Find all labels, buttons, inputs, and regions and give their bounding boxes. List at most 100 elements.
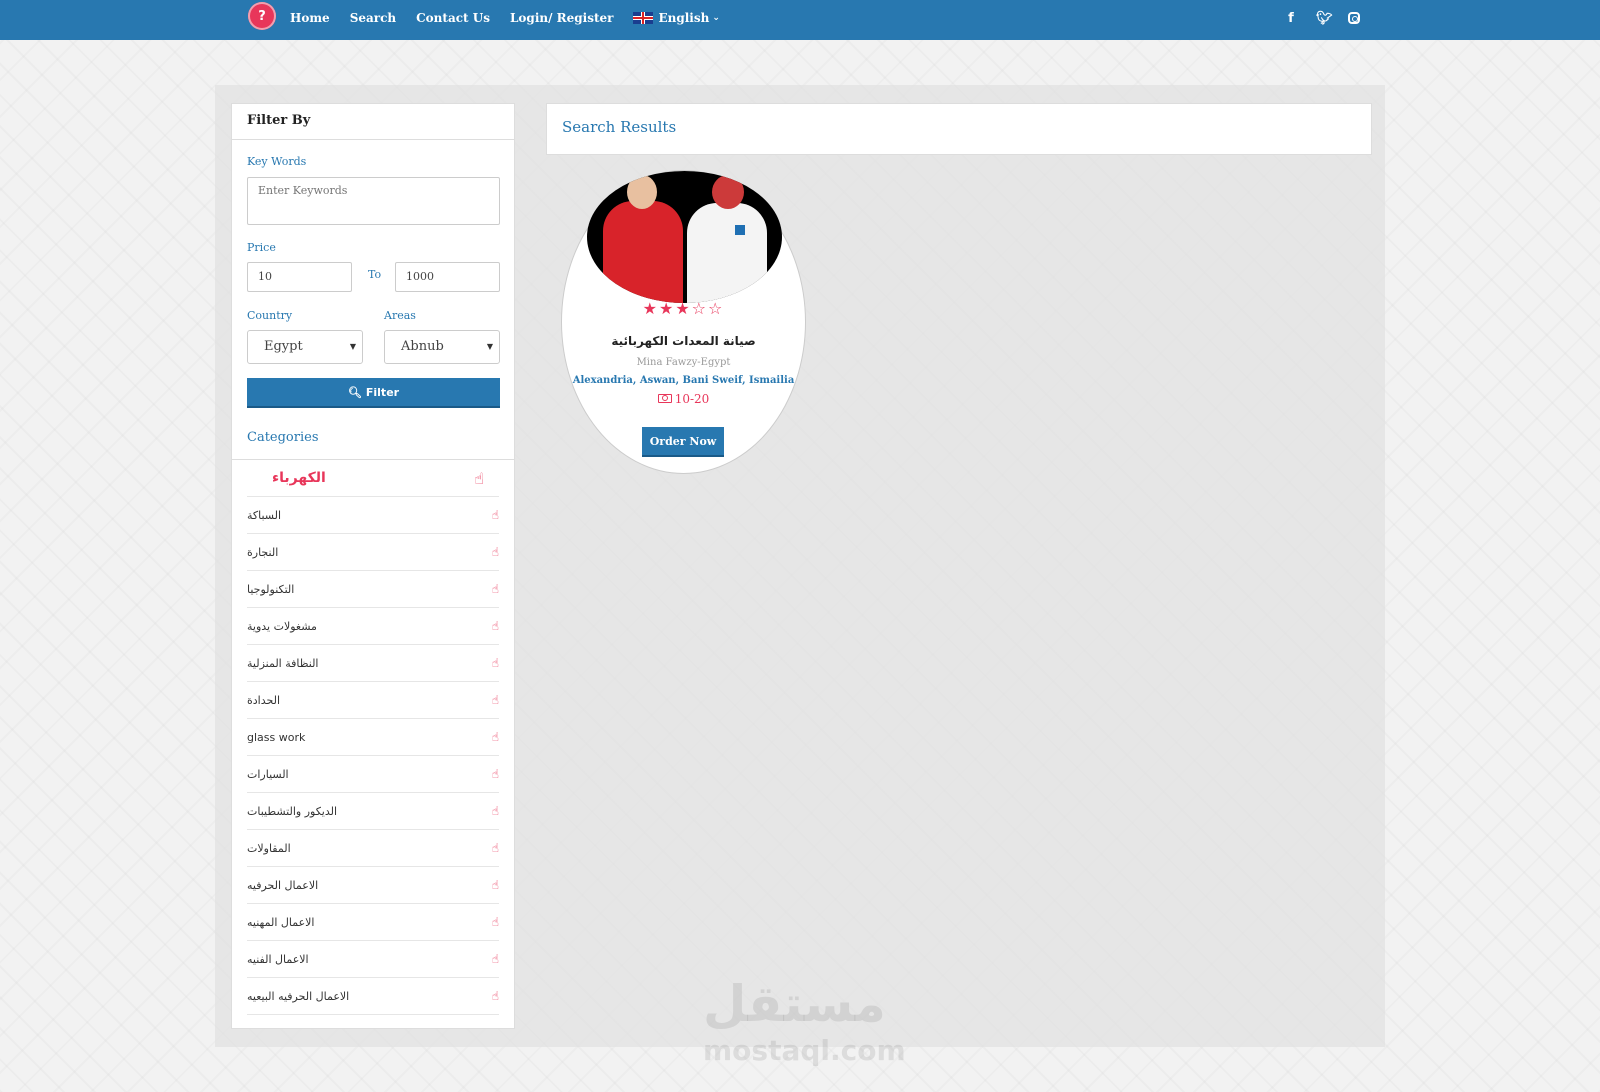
- category-item-active[interactable]: الكهرباء ☝: [247, 460, 499, 497]
- category-item[interactable]: الاعمال الحرفيه البيعيه ☝: [247, 978, 499, 1015]
- instagram-icon[interactable]: [1348, 12, 1360, 24]
- category-label: الحدادة: [247, 693, 280, 707]
- pointing-hand-icon: ☝: [491, 619, 499, 633]
- money-icon: [657, 394, 672, 403]
- pointing-hand-icon: ☝: [491, 952, 499, 966]
- country-select[interactable]: Egypt ▼: [247, 330, 363, 364]
- category-item[interactable]: مشغولات يدوية ☝: [247, 608, 499, 645]
- price-to-input[interactable]: 1000: [395, 262, 500, 292]
- site-logo[interactable]: ?: [248, 2, 276, 30]
- areas-select[interactable]: Abnub ▼: [384, 330, 500, 364]
- filter-button[interactable]: 🔍︎ Filter: [247, 378, 500, 408]
- nav-login-link[interactable]: Login/ Register: [510, 11, 614, 25]
- category-list: الكهرباء ☝ السباكة ☝ النجارة ☝ التكنولوجيا…: [232, 459, 514, 1015]
- category-item[interactable]: الاعمال الفنيه ☝: [247, 941, 499, 978]
- twitter-icon[interactable]: 🐦︎: [1316, 11, 1333, 26]
- nav-links: Home Search Contact Us Login/ Register E…: [290, 0, 720, 36]
- service-price: 10-20: [562, 392, 805, 406]
- pointing-hand-icon: ☝: [491, 841, 499, 855]
- star-empty-icon: ☆: [691, 299, 709, 318]
- star-filled-icon: ★: [658, 299, 676, 318]
- pointing-hand-icon: ☝: [491, 508, 499, 522]
- service-owner: Mina Fawzy-Egypt: [636, 357, 731, 368]
- category-label: الاعمال الحرفيه: [247, 878, 319, 892]
- category-label: الاعمال الفنيه: [247, 952, 309, 966]
- category-item[interactable]: الديكور والتشطيبات ☝: [247, 793, 499, 830]
- category-label: المقاولات: [247, 841, 291, 855]
- category-item[interactable]: النجارة ☝: [247, 534, 499, 571]
- watermark-arabic: مستقل: [703, 975, 886, 1033]
- category-item[interactable]: الاعمال المهنيه ☝: [247, 904, 499, 941]
- price-from-input[interactable]: 10: [247, 262, 352, 292]
- star-rating: ★★★☆☆: [562, 299, 805, 318]
- country-value: Egypt: [264, 339, 303, 354]
- language-label: English: [658, 11, 710, 25]
- nav-home-link[interactable]: Home: [290, 11, 330, 25]
- pointing-hand-icon: ☝: [491, 804, 499, 818]
- order-now-button[interactable]: Order Now: [642, 427, 724, 457]
- nav-search-link[interactable]: Search: [350, 11, 396, 25]
- filter-panel: Filter By Key Words Price 10 To 1000 Cou…: [231, 103, 515, 1029]
- categories-title: Categories: [247, 430, 319, 445]
- areas-value: Abnub: [401, 339, 444, 354]
- pointing-hand-icon: ☝: [491, 693, 499, 707]
- caret-down-icon: ▼: [349, 342, 356, 351]
- price-label: Price: [247, 241, 276, 254]
- service-image[interactable]: [587, 171, 782, 303]
- top-navbar: ? Home Search Contact Us Login/ Register…: [0, 0, 1600, 40]
- search-icon: 🔍︎: [347, 385, 362, 399]
- pointing-hand-icon: ☝: [491, 582, 499, 596]
- pointing-hand-icon: ☝: [491, 767, 499, 781]
- category-label: الاعمال المهنيه: [247, 915, 315, 929]
- filter-title: Filter By: [232, 104, 514, 140]
- price-to-label: To: [368, 268, 382, 281]
- category-label: glass work: [247, 730, 306, 744]
- category-label: مشغولات يدوية: [247, 619, 317, 633]
- service-areas: Alexandria, Aswan, Bani Sweif, Ismailia: [572, 375, 795, 386]
- category-item[interactable]: الحدادة ☝: [247, 682, 499, 719]
- category-label: التكنولوجيا: [247, 582, 295, 596]
- language-selector[interactable]: English ⌄: [633, 11, 720, 25]
- search-results-header: Search Results: [546, 103, 1372, 155]
- category-item[interactable]: السباكة ☝: [247, 497, 499, 534]
- social-links: f 🐦︎: [1266, 0, 1360, 36]
- watermark-latin: mostaql.com: [703, 1034, 906, 1067]
- pointing-hand-icon: ☝: [491, 989, 499, 1003]
- caret-down-icon: ▼: [486, 342, 493, 351]
- facebook-icon[interactable]: f: [1284, 11, 1298, 26]
- category-label: السباكة: [247, 508, 282, 522]
- category-label: الاعمال الحرفيه البيعيه: [247, 989, 350, 1003]
- pointing-hand-icon: ☝: [474, 468, 484, 488]
- star-filled-icon: ★: [675, 299, 692, 318]
- service-title[interactable]: صيانة المعدات الكهربائية: [562, 334, 805, 348]
- uk-flag-icon: [633, 12, 654, 24]
- pointing-hand-icon: ☝: [491, 915, 499, 929]
- category-label: النظافة المنزلية: [247, 656, 319, 670]
- logo-mark: ?: [258, 8, 266, 24]
- category-label: الديكور والتشطيبات: [247, 804, 338, 818]
- pointing-hand-icon: ☝: [491, 878, 499, 892]
- nav-contact-link[interactable]: Contact Us: [416, 11, 490, 25]
- pointing-hand-icon: ☝: [491, 545, 499, 559]
- search-results-title: Search Results: [562, 118, 677, 136]
- category-item[interactable]: المقاولات ☝: [247, 830, 499, 867]
- category-label: النجارة: [247, 545, 279, 559]
- star-empty-icon: ☆: [708, 299, 725, 318]
- service-price-value: 10-20: [674, 392, 710, 406]
- country-label: Country: [247, 309, 293, 322]
- category-item[interactable]: النظافة المنزلية ☝: [247, 645, 499, 682]
- star-filled-icon: ★: [642, 299, 659, 318]
- pointing-hand-icon: ☝: [491, 730, 499, 744]
- service-card[interactable]: ★★★☆☆ صيانة المعدات الكهربائية Mina Fawz…: [561, 170, 806, 474]
- category-label: الكهرباء: [272, 470, 326, 486]
- category-label: السيارات: [247, 767, 289, 781]
- areas-label: Areas: [384, 309, 416, 322]
- category-item[interactable]: السيارات ☝: [247, 756, 499, 793]
- category-item[interactable]: الاعمال الحرفيه ☝: [247, 867, 499, 904]
- category-item[interactable]: التكنولوجيا ☝: [247, 571, 499, 608]
- category-item[interactable]: glass work ☝: [247, 719, 499, 756]
- chevron-down-icon: ⌄: [712, 13, 720, 23]
- pointing-hand-icon: ☝: [491, 656, 499, 670]
- keywords-input[interactable]: [247, 177, 500, 225]
- keywords-label: Key Words: [247, 155, 307, 168]
